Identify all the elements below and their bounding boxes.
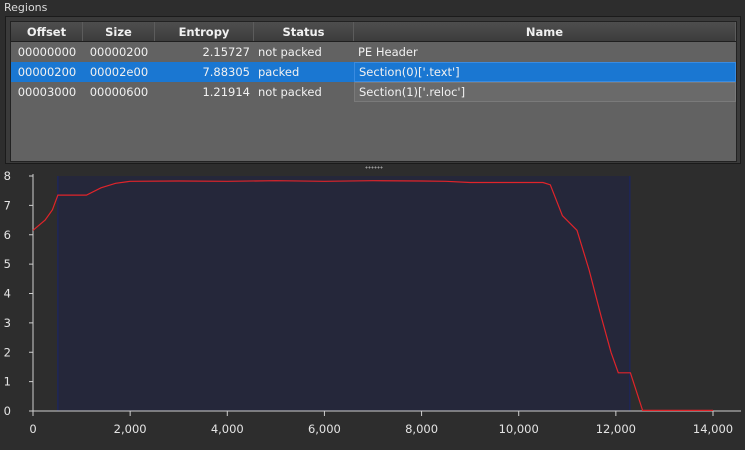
table-row[interactable]: 00003000 00000600 1.21914 not packed Sec… [11, 82, 736, 102]
column-header-size[interactable]: Size [83, 22, 155, 41]
row-offset: 00003000 [17, 85, 77, 99]
x-tick-label: 8,000 [405, 422, 438, 436]
y-tick-label: 2 [4, 345, 11, 359]
table-header: Offset Size Entropy Status Name [11, 22, 736, 42]
x-tick-label: 10,000 [499, 422, 539, 436]
selected-section-region [57, 176, 630, 411]
y-tick-label: 1 [4, 375, 11, 389]
y-tick-label: 0 [4, 404, 11, 418]
y-tick-label: 6 [4, 228, 11, 242]
splitter-handle[interactable] [0, 164, 745, 171]
x-tick-label: 0 [29, 422, 36, 436]
x-tick-label: 4,000 [211, 422, 244, 436]
y-tick-label: 5 [4, 257, 11, 271]
row-name: Section(0)['.text'] [354, 62, 736, 82]
row-size: 00002e00 [89, 65, 149, 79]
y-tick-label: 7 [4, 198, 11, 212]
regions-group: Offset Size Entropy Status Name 00000000… [5, 16, 741, 164]
row-status: not packed [258, 45, 322, 59]
column-header-offset[interactable]: Offset [11, 22, 83, 41]
x-tick-label: 12,000 [596, 422, 636, 436]
row-name: PE Header [358, 45, 418, 59]
row-size: 00000600 [89, 85, 149, 99]
row-entropy: 2.15727 [202, 45, 250, 59]
column-header-name[interactable]: Name [354, 22, 736, 41]
regions-group-title: Regions [4, 1, 48, 14]
row-size: 00000200 [89, 45, 149, 59]
row-entropy: 1.21914 [202, 85, 250, 99]
row-name: Section(1)['.reloc'] [354, 82, 736, 102]
row-status: not packed [258, 85, 322, 99]
y-tick-label: 4 [4, 287, 11, 301]
x-tick-label: 6,000 [308, 422, 341, 436]
table-row-selected[interactable]: 00000200 00002e00 7.88305 packed Section… [11, 62, 736, 82]
entropy-chart: 0 1 2 3 4 5 6 7 8 0 2,000 4,000 6,000 8,000 10,000 12,0… [0, 171, 745, 450]
row-entropy: 7.88305 [202, 65, 250, 79]
grip-dots-icon [365, 166, 383, 169]
x-tick-label: 14,000 [693, 422, 733, 436]
y-tick-label: 8 [4, 171, 11, 183]
table-row[interactable]: 00000000 00000200 2.15727 not packed PE … [11, 42, 736, 62]
row-status: packed [258, 65, 300, 79]
row-offset: 00000200 [17, 65, 77, 79]
x-tick-label: 2,000 [114, 422, 147, 436]
column-header-entropy[interactable]: Entropy [155, 22, 254, 41]
row-offset: 00000000 [17, 45, 77, 59]
column-header-status[interactable]: Status [254, 22, 354, 41]
y-tick-label: 3 [4, 316, 11, 330]
regions-table[interactable]: Offset Size Entropy Status Name 00000000… [10, 21, 737, 162]
